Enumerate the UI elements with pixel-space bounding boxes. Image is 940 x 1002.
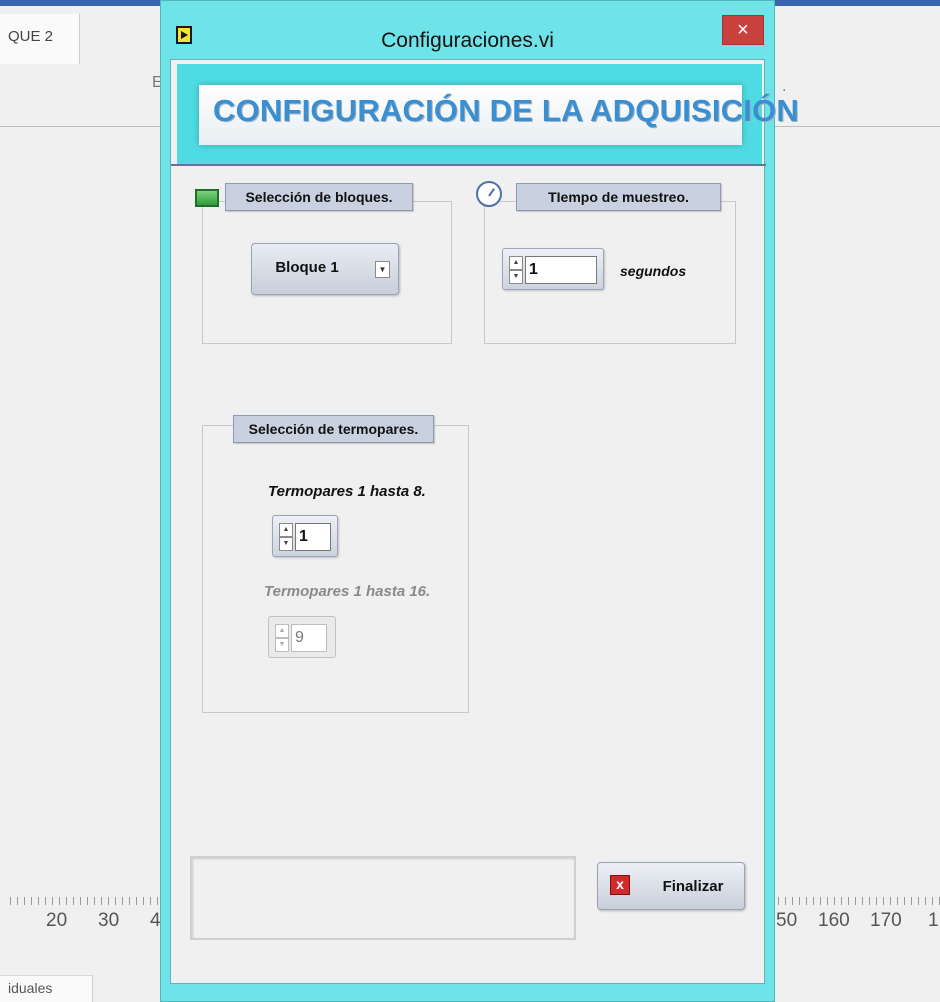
- thermocouples-16-input: 9: [291, 624, 327, 652]
- background-tab[interactable]: QUE 2: [0, 14, 80, 64]
- thermocouples-8-spinner[interactable]: ▲ ▼: [279, 523, 293, 551]
- banner-title: CONFIGURACIÓN DE LA ADQUISICIÓN: [213, 93, 800, 128]
- status-display: [190, 856, 576, 940]
- background-axis-label: 30: [98, 910, 120, 931]
- background-axis-label: 20: [46, 910, 68, 931]
- background-axis-label: 4: [150, 910, 161, 931]
- thermocouples-16-control: ▲ ▼ 9: [268, 616, 336, 658]
- background-axis-ticks: [778, 897, 940, 905]
- sampling-time-input[interactable]: 1: [525, 256, 597, 284]
- finalizar-label: Finalizar: [662, 878, 724, 895]
- close-button[interactable]: ×: [722, 15, 764, 45]
- background-axis-label: 1: [928, 910, 939, 931]
- thermocouples-16-spinner: ▲ ▼: [275, 624, 289, 652]
- banner-plate: CONFIGURACIÓN DE LA ADQUISICIÓN: [199, 85, 799, 145]
- banner-divider: [171, 164, 766, 166]
- title-bar[interactable]: Configuraciones.vi ×: [161, 1, 774, 59]
- window-title: Configuraciones.vi: [381, 29, 554, 52]
- thermocouples-8-label: Termopares 1 hasta 8.: [268, 483, 426, 500]
- background-axis-ticks: [10, 897, 160, 905]
- background-axis-label: 50: [776, 910, 798, 931]
- thermocouples-8-control: ▲ ▼ 1: [272, 515, 338, 557]
- spin-up-icon[interactable]: ▲: [509, 256, 523, 270]
- blocks-group-legend: Selección de bloques.: [225, 183, 413, 211]
- background-bottom-tab[interactable]: iduales: [0, 975, 93, 1002]
- thermocouples-8-input[interactable]: 1: [295, 523, 331, 551]
- sampling-time-control: ▲ ▼ 1: [502, 248, 604, 290]
- thermocouples-16-label: Termopares 1 hasta 16.: [264, 583, 431, 600]
- picture-icon: [195, 189, 219, 207]
- sampling-spinner[interactable]: ▲ ▼: [509, 256, 523, 284]
- spin-down-icon[interactable]: ▼: [509, 270, 523, 284]
- spin-up-icon[interactable]: ▲: [279, 523, 293, 537]
- spin-down-icon[interactable]: ▼: [279, 537, 293, 551]
- sampling-unit-label: segundos: [620, 263, 687, 279]
- thermocouple-group: [202, 425, 469, 713]
- thermocouple-group-legend: Selección de termopares.: [233, 415, 434, 443]
- chevron-down-icon[interactable]: ▼: [375, 261, 390, 278]
- x-icon: x: [610, 875, 630, 895]
- block-selector-value: Bloque 1: [275, 259, 339, 276]
- spin-up-icon: ▲: [275, 624, 289, 638]
- finalizar-button[interactable]: x Finalizar: [597, 862, 745, 910]
- sampling-group-legend: TIempo de muestreo.: [516, 183, 721, 211]
- dialog-client-area: CONFIGURACIÓN DE LA ADQUISICIÓN Selecció…: [170, 59, 799, 984]
- block-selector[interactable]: Bloque 1 ▼: [251, 243, 399, 295]
- background-axis-label: 170: [870, 910, 902, 931]
- clock-icon: [476, 181, 502, 207]
- spin-down-icon: ▼: [275, 638, 289, 652]
- background-axis-label: 160: [818, 910, 850, 931]
- banner: CONFIGURACIÓN DE LA ADQUISICIÓN: [177, 64, 799, 164]
- configuraciones-dialog: Configuraciones.vi × CONFIGURACIÓN DE LA…: [160, 0, 799, 1002]
